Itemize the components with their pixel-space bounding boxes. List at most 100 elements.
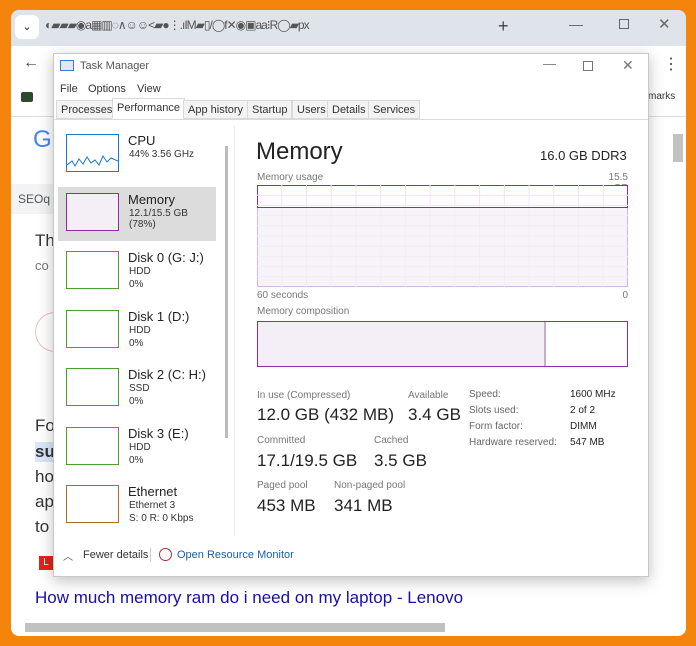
close-icon[interactable]: ✕ [658,15,671,33]
menu-view[interactable]: View [137,83,161,95]
in-use-label: In use (Compressed) [257,390,351,401]
sidebar-item-name: Disk 0 (G: J:) [128,250,204,265]
page-text: co [35,258,49,273]
sidebar-item-sub: 0% [129,454,144,466]
back-arrow-icon[interactable]: ← [23,54,39,72]
in-use-segment [258,322,546,366]
tab-strip: ⌄ ◐▰▰▰◉a▦▥◌∧☺☺<▰●⋮.ıIM▰▯/◯f✕◉▣aa⁝R◯▰px +… [11,10,686,46]
tab-details[interactable]: Details [327,100,371,119]
usage-area [257,207,628,287]
page-text: ap [35,492,54,511]
spec-label: Speed: [469,389,501,400]
thumbnail-graph [66,309,119,348]
sidebar-item-disk-0[interactable]: Disk 0 (G: J:) HDD 0% [58,245,216,299]
sidebar-item-name: Disk 2 (C: H:) [128,367,206,382]
spec-label: Hardware reserved: [469,437,557,448]
sidebar-item-disk-1[interactable]: Disk 1 (D:) HDD 0% [58,304,216,358]
task-manager-icon [60,60,74,71]
nonpaged-pool-value: 341 MB [334,496,393,515]
maximize-icon[interactable] [619,19,629,29]
memory-usage-graph [257,185,628,287]
committed-value: 17.1/19.5 GB [257,451,358,470]
horizontal-scrollbar[interactable] [25,623,445,632]
sidebar-item-sub: SSD [129,383,150,394]
menu-file[interactable]: File [60,83,78,95]
page-text: Fo [35,416,55,435]
sidebar-item-sub: HDD [129,266,151,277]
sidebar-item-name: Disk 3 (E:) [128,425,189,441]
sidebar-item-sub: HDD [129,324,151,336]
sidebar-item-sub: Ethernet 3 [129,500,176,511]
task-manager-window: Task Manager — ✕ File Options View Proce… [53,53,649,577]
google-logo: G [33,126,52,153]
usage-label: Memory usage [257,172,324,183]
sidebar-scrollbar[interactable] [225,146,228,438]
thumbnail-graph [66,426,119,465]
spec-value: 547 MB [570,437,605,448]
sidebar-item-cpu[interactable]: CPU 44% 3.56 GHz [58,128,216,182]
minimize-icon[interactable]: — [543,56,556,71]
spec-label: Form factor: [469,421,523,432]
thumbnail-graph [66,134,119,172]
bookmark-icon[interactable] [21,92,33,102]
sidebar-item-name: CPU [128,133,156,148]
tab-performance[interactable]: Performance [112,98,185,119]
tab-processes[interactable]: Processes [56,100,118,119]
thumbnail-graph [66,368,119,406]
page-title: Memory [256,138,343,165]
bookmarks-label[interactable]: marks [648,91,675,102]
page-text: ho [35,467,54,486]
page-text: su [35,442,55,462]
thumbnail-graph [66,251,119,289]
fewer-details-button[interactable]: Fewer details [83,549,148,561]
sidebar-item-name: Memory [128,191,175,207]
memory-capacity: 16.0 GB DDR3 [540,148,627,163]
close-icon[interactable]: ✕ [622,57,634,74]
in-use-value: 12.0 GB (432 MB) [257,405,395,424]
paged-pool-value: 453 MB [257,496,316,515]
resource-monitor-icon [159,548,172,561]
vertical-scrollbar[interactable] [673,134,683,162]
spec-value: DIMM [570,421,597,432]
sidebar-item-sub: S: 0 R: 0 Kbps [129,513,194,524]
tab-search-button[interactable]: ⌄ [15,15,39,39]
sidebar-item-sub: 0% [129,337,144,349]
pinned-tabs[interactable]: ◐▰▰▰◉a▦▥◌∧☺☺<▰●⋮.ıIM▰▯/◯f✕◉▣aa⁝R◯▰px [45,18,310,32]
time-left-label: 60 seconds [257,290,309,301]
time-right-label: 0 [622,290,628,301]
sidebar-item-sub: HDD [129,441,151,453]
paged-pool-label: Paged pool [257,480,308,491]
available-label: Available [408,390,449,401]
thumbnail-graph [66,485,119,523]
nonpaged-pool-label: Non-paged pool [334,480,406,491]
composition-label: Memory composition [257,306,350,317]
sidebar-item-memory[interactable]: Memory 12.1/15.5 GB (78%) [58,186,216,241]
sidebar-item-disk-3[interactable]: Disk 3 (E:) HDD 0% [58,421,216,475]
tab-users[interactable]: Users [292,100,331,119]
spec-value: 2 of 2 [570,405,596,416]
menu-options[interactable]: Options [88,83,126,95]
sidebar-item-sub: 0% [129,396,144,407]
memory-composition-bar [257,321,628,367]
sidebar-item-disk-2[interactable]: Disk 2 (C: H:) SSD 0% [58,362,216,416]
cached-value: 3.5 GB [374,451,427,470]
tab-services[interactable]: Services [368,100,421,119]
kebab-menu-icon[interactable]: ⋮ [663,54,679,74]
sidebar: CPU 44% 3.56 GHz Memory 12.1/15.5 GB (78… [54,126,234,536]
spec-label: Slots used: [469,405,519,416]
open-resource-monitor-link[interactable]: Open Resource Monitor [177,549,294,561]
sidebar-item-name: Disk 1 (D:) [128,308,190,324]
tab-app-history[interactable]: App history [183,100,249,119]
search-result-link[interactable]: How much memory ram do i need on my lapt… [35,588,463,608]
seo-toolbar[interactable]: SEOq [18,192,50,206]
lenovo-favicon: L [39,556,53,570]
sidebar-item-sub: 44% 3.56 GHz [129,149,195,160]
new-tab-button[interactable]: + [498,16,509,37]
chevron-up-icon[interactable]: ︿ [63,548,73,563]
cached-label: Cached [374,435,409,446]
tab-startup[interactable]: Startup [247,100,293,119]
sidebar-item-ethernet[interactable]: Ethernet Ethernet 3 S: 0 R: 0 Kbps [58,479,216,533]
page-text: to [35,517,50,536]
maximize-icon[interactable] [583,61,593,71]
minimize-icon[interactable]: — [569,16,583,32]
